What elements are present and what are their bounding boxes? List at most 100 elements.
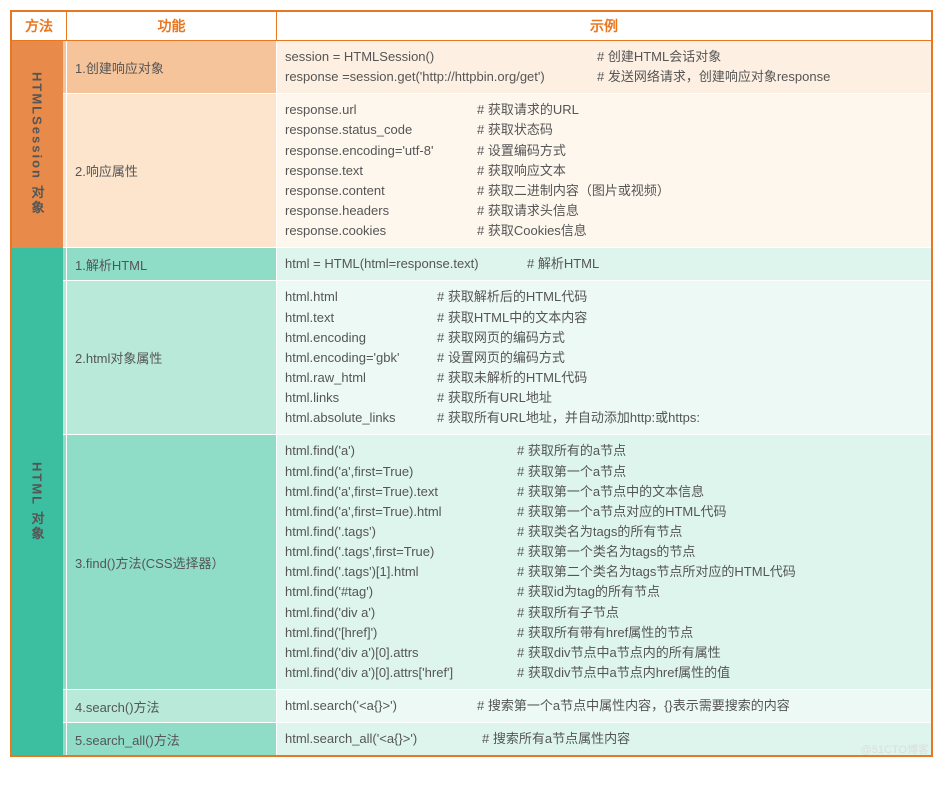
- code-text: response.encoding='utf-8': [285, 141, 465, 161]
- comment-text: # 获取二进制内容（图片或视频）: [477, 181, 670, 201]
- code-text: response.url: [285, 100, 465, 120]
- comment-text: # 获取状态码: [477, 120, 553, 140]
- example-line: html.absolute_links # 获取所有URL地址，并自动添加http…: [285, 408, 923, 428]
- function-cell: 2.html对象属性: [67, 281, 277, 435]
- function-cell: 5.search_all()方法: [67, 723, 277, 757]
- code-text: html.find('div a')[0].attrs: [285, 643, 505, 663]
- code-text: response.content: [285, 181, 465, 201]
- code-text: response.status_code: [285, 120, 465, 140]
- example-line: html.find('div a')# 获取所有子节点: [285, 603, 923, 623]
- comment-text: # 获取div节点中a节点内的所有属性: [517, 643, 721, 663]
- comment-text: # 设置编码方式: [477, 141, 566, 161]
- comment-text: # 获取第二个类名为tags节点所对应的HTML代码: [517, 562, 796, 582]
- example-line: response.headers # 获取请求头信息: [285, 201, 923, 221]
- example-line: html.search_all('<a{}>')# 搜索所有a节点属性内容: [285, 729, 923, 749]
- function-cell: 2.响应属性: [67, 94, 277, 248]
- comment-text: # 获取第一个类名为tags的节点: [517, 542, 695, 562]
- example-line: html.find('#tag') # 获取id为tag的所有节点: [285, 582, 923, 602]
- example-line: response.content # 获取二进制内容（图片或视频）: [285, 181, 923, 201]
- comment-text: # 获取所有URL地址: [437, 388, 552, 408]
- comment-text: # 获取响应文本: [477, 161, 566, 181]
- comment-text: # 获取请求头信息: [477, 201, 579, 221]
- code-text: html.find('a',first=True): [285, 462, 505, 482]
- code-text: html.find('a',first=True).html: [285, 502, 505, 522]
- function-cell: 3.find()方法(CSS选择器）: [67, 435, 277, 690]
- comment-text: # 获取网页的编码方式: [437, 328, 565, 348]
- code-text: response.text: [285, 161, 465, 181]
- comment-text: # 获取div节点中a节点内href属性的值: [517, 663, 730, 683]
- example-line: html.search('<a{}>')# 搜索第一个a节点中属性内容，{}表示…: [285, 696, 923, 716]
- comment-text: # 搜索所有a节点属性内容: [482, 729, 630, 749]
- code-text: html.raw_html: [285, 368, 425, 388]
- code-text: html.text: [285, 308, 425, 328]
- row-group-header: HTML 对象: [11, 248, 63, 757]
- comment-text: # 获取未解析的HTML代码: [437, 368, 587, 388]
- comment-text: # 获取Cookies信息: [477, 221, 587, 241]
- example-line: html.encoding # 获取网页的编码方式: [285, 328, 923, 348]
- example-line: response.encoding='utf-8' # 设置编码方式: [285, 141, 923, 161]
- comment-text: # 获取解析后的HTML代码: [437, 287, 587, 307]
- example-cell: response.url# 获取请求的URLresponse.status_co…: [277, 94, 933, 248]
- code-text: html.search('<a{}>'): [285, 696, 465, 716]
- table-row: 3.find()方法(CSS选择器） html.find('a') # 获取所有的a…: [11, 435, 932, 690]
- comment-text: # 获取第一个a节点对应的HTML代码: [517, 502, 726, 522]
- example-cell: html.html # 获取解析后的HTML代码 html.text # 获取HTML…: [277, 281, 933, 435]
- example-line: html.raw_html # 获取未解析的HTML代码: [285, 368, 923, 388]
- example-line: html.find('a',first=True).text # 获取第一个a节点…: [285, 482, 923, 502]
- example-line: html = HTML(html=response.text)# 解析HTML: [285, 254, 923, 274]
- function-cell: 1.创建响应对象: [67, 41, 277, 94]
- example-line: html.find('div a')[0].attrs['href'] # 获取d…: [285, 663, 923, 683]
- table-row: HTMLSession 对象1.创建响应对象session = HTMLSess…: [11, 41, 932, 94]
- table-row: 2.html对象属性 html.html # 获取解析后的HTML代码 html.te…: [11, 281, 932, 435]
- example-line: session = HTMLSession() # 创建HTML会话对象: [285, 47, 923, 67]
- code-text: html.find('a'): [285, 441, 505, 461]
- example-line: html.html # 获取解析后的HTML代码: [285, 287, 923, 307]
- example-line: html.find('a',first=True).html # 获取第一个a节点…: [285, 502, 923, 522]
- comment-text: # 获取所有的a节点: [517, 441, 626, 461]
- code-text: html.find('#tag'): [285, 582, 505, 602]
- col-example: 示例: [277, 11, 933, 41]
- table-row: 2.响应属性response.url# 获取请求的URLresponse.sta…: [11, 94, 932, 248]
- code-text: html.find('div a')[0].attrs['href']: [285, 663, 505, 683]
- comment-text: # 获取第一个a节点: [517, 462, 626, 482]
- comment-text: # 创建HTML会话对象: [597, 47, 721, 67]
- code-text: html.find('[href]'): [285, 623, 505, 643]
- code-text: html.find('.tags'): [285, 522, 505, 542]
- example-line: html.find('div a')[0].attrs # 获取div节点中a节点…: [285, 643, 923, 663]
- comment-text: # 获取类名为tags的所有节点: [517, 522, 682, 542]
- example-cell: html = HTML(html=response.text)# 解析HTML: [277, 248, 933, 281]
- example-cell: html.search_all('<a{}>')# 搜索所有a节点属性内容: [277, 723, 933, 757]
- example-cell: session = HTMLSession() # 创建HTML会话对象 respo…: [277, 41, 933, 94]
- code-text: html.encoding='gbk': [285, 348, 425, 368]
- example-line: html.find('.tags',first=True) # 获取第一个类名为t…: [285, 542, 923, 562]
- comment-text: # 获取id为tag的所有节点: [517, 582, 660, 602]
- comment-text: # 获取所有URL地址，并自动添加http:或https:: [437, 408, 700, 428]
- example-line: response.text # 获取响应文本: [285, 161, 923, 181]
- code-text: html.find('.tags',first=True): [285, 542, 505, 562]
- comment-text: # 设置网页的编码方式: [437, 348, 565, 368]
- example-cell: html.find('a') # 获取所有的a节点 html.find('a',fi…: [277, 435, 933, 690]
- comment-text: # 获取所有带有href属性的节点: [517, 623, 693, 643]
- example-line: response.cookies# 获取Cookies信息: [285, 221, 923, 241]
- comment-text: # 获取第一个a节点中的文本信息: [517, 482, 704, 502]
- code-text: html.links: [285, 388, 425, 408]
- header-row: 方法 功能 示例: [11, 11, 932, 41]
- code-text: session = HTMLSession(): [285, 47, 585, 67]
- code-text: html.find('a',first=True).text: [285, 482, 505, 502]
- code-text: html.encoding: [285, 328, 425, 348]
- code-text: html.absolute_links: [285, 408, 425, 428]
- code-text: response =session.get('http://httpbin.or…: [285, 67, 585, 87]
- example-line: html.find('.tags')[1].html # 获取第二个类名为tags…: [285, 562, 923, 582]
- watermark: @51CTO博客: [861, 741, 929, 757]
- comment-text: # 获取所有子节点: [517, 603, 619, 623]
- code-text: response.headers: [285, 201, 465, 221]
- code-text: html.html: [285, 287, 425, 307]
- function-cell: 1.解析HTML: [67, 248, 277, 281]
- example-line: response =session.get('http://httpbin.or…: [285, 67, 923, 87]
- row-group-header: HTMLSession 对象: [11, 41, 63, 248]
- col-method: 方法: [11, 11, 67, 41]
- code-text: html.find('.tags')[1].html: [285, 562, 505, 582]
- example-line: html.find('[href]') # 获取所有带有href属性的节点: [285, 623, 923, 643]
- comment-text: # 获取HTML中的文本内容: [437, 308, 587, 328]
- example-line: response.url# 获取请求的URL: [285, 100, 923, 120]
